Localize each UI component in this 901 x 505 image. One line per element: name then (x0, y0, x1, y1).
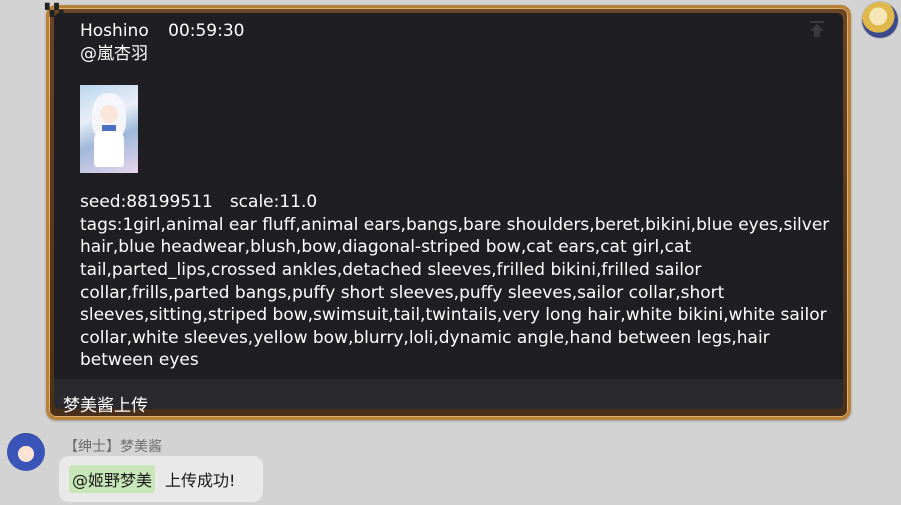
message-footer (54, 379, 843, 409)
uploader-label: 梦美酱上传 (63, 396, 148, 416)
sender-avatar[interactable] (7, 433, 45, 471)
seed-scale-line: seed:88199511 scale:11.0 (80, 192, 318, 213)
sender-name[interactable]: 【绅士】梦美酱 (64, 436, 162, 456)
message-header: Hoshino 00:59:30 (80, 20, 830, 43)
generated-image-thumbnail[interactable] (80, 85, 138, 174)
message-content: Hoshino 00:59:30 @嵐杏羽 seed:88199511 scal… (80, 20, 830, 372)
mention-text[interactable]: @嵐杏羽 (80, 43, 830, 66)
message-time: 00:59:30 (168, 21, 245, 41)
message-bubble: ▚▚ Hoshino 00:59:30 @嵐杏羽 seed:88199511 s… (45, 4, 851, 420)
tags-line: tags:1girl,animal ear fluff,animal ears,… (80, 214, 830, 371)
self-avatar[interactable] (862, 2, 898, 38)
reply-message: 上传成功! (165, 471, 236, 490)
reply-bubble: @姬野梦美 上传成功! (59, 456, 263, 502)
reply-mention[interactable]: @姬野梦美 (69, 465, 156, 493)
author-name: Hoshino (80, 21, 149, 41)
